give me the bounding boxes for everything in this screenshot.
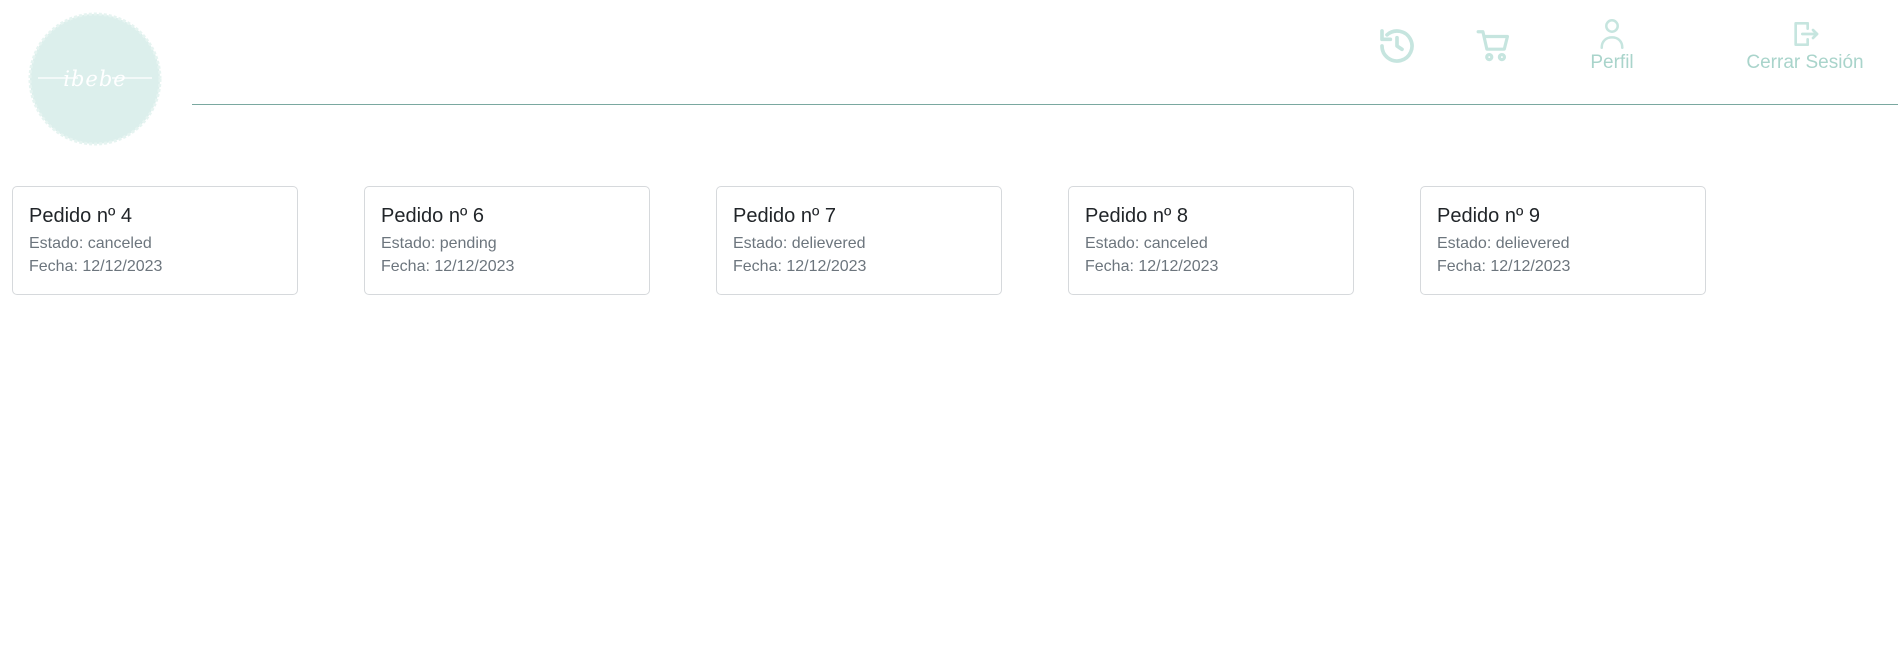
order-date-value: 12/12/2023 bbox=[786, 258, 867, 275]
order-date-value: 12/12/2023 bbox=[434, 258, 515, 275]
order-date: Fecha: 12/12/2023 bbox=[29, 255, 281, 278]
order-title: Pedido nº 4 bbox=[29, 205, 132, 227]
order-status-label: Estado: bbox=[381, 235, 436, 252]
order-status-label: Estado: bbox=[733, 235, 788, 252]
order-status: Estado: canceled bbox=[29, 232, 281, 255]
order-status: Estado: delievered bbox=[1437, 232, 1689, 255]
user-icon bbox=[1600, 19, 1624, 49]
order-date-label: Fecha: bbox=[1437, 258, 1486, 275]
history-button[interactable] bbox=[1377, 26, 1417, 66]
order-date-value: 12/12/2023 bbox=[1138, 258, 1219, 275]
order-status: Estado: canceled bbox=[1085, 232, 1337, 255]
order-status: Estado: pending bbox=[381, 232, 633, 255]
order-status: Estado: delievered bbox=[733, 232, 985, 255]
order-date-value: 12/12/2023 bbox=[82, 258, 163, 275]
order-date: Fecha: 12/12/2023 bbox=[1437, 255, 1689, 278]
order-date-label: Fecha: bbox=[381, 258, 430, 275]
order-status-value: canceled bbox=[87, 235, 152, 252]
cart-icon bbox=[1476, 30, 1510, 62]
order-date-value: 12/12/2023 bbox=[1490, 258, 1571, 275]
profile-link[interactable]: Perfil bbox=[1586, 18, 1638, 74]
order-date: Fecha: 12/12/2023 bbox=[733, 255, 985, 278]
profile-label: Perfil bbox=[1590, 52, 1634, 73]
history-icon bbox=[1380, 29, 1414, 63]
logout-icon bbox=[1794, 22, 1819, 46]
order-status-label: Estado: bbox=[1085, 235, 1140, 252]
order-status-value: canceled bbox=[1143, 235, 1208, 252]
order-date-label: Fecha: bbox=[1085, 258, 1134, 275]
order-card[interactable]: Pedido nº 4 Estado: canceled Fecha: 12/1… bbox=[12, 186, 298, 295]
order-date: Fecha: 12/12/2023 bbox=[381, 255, 633, 278]
cart-button[interactable] bbox=[1475, 27, 1513, 65]
order-status-label: Estado: bbox=[29, 235, 84, 252]
order-date-label: Fecha: bbox=[733, 258, 782, 275]
order-card[interactable]: Pedido nº 8 Estado: canceled Fecha: 12/1… bbox=[1068, 186, 1354, 295]
order-title: Pedido nº 9 bbox=[1437, 205, 1540, 227]
header-divider bbox=[192, 104, 1898, 105]
order-date: Fecha: 12/12/2023 bbox=[1085, 255, 1337, 278]
order-status-value: delievered bbox=[791, 235, 866, 252]
logo-text: ibebe bbox=[63, 67, 127, 91]
order-title: Pedido nº 6 bbox=[381, 205, 484, 227]
order-status-value: delievered bbox=[1495, 235, 1570, 252]
order-card[interactable]: Pedido nº 7 Estado: delievered Fecha: 12… bbox=[716, 186, 1002, 295]
logout-label: Cerrar Sesión bbox=[1746, 52, 1864, 73]
order-status-value: pending bbox=[439, 235, 497, 252]
order-card[interactable]: Pedido nº 9 Estado: delievered Fecha: 12… bbox=[1420, 186, 1706, 295]
logout-link[interactable]: Cerrar Sesión bbox=[1740, 18, 1870, 74]
brand-logo[interactable]: ibebe bbox=[28, 12, 162, 146]
order-card[interactable]: Pedido nº 6 Estado: pending Fecha: 12/12… bbox=[364, 186, 650, 295]
order-date-label: Fecha: bbox=[29, 258, 78, 275]
order-title: Pedido nº 7 bbox=[733, 205, 836, 227]
order-status-label: Estado: bbox=[1437, 235, 1492, 252]
order-title: Pedido nº 8 bbox=[1085, 205, 1188, 227]
